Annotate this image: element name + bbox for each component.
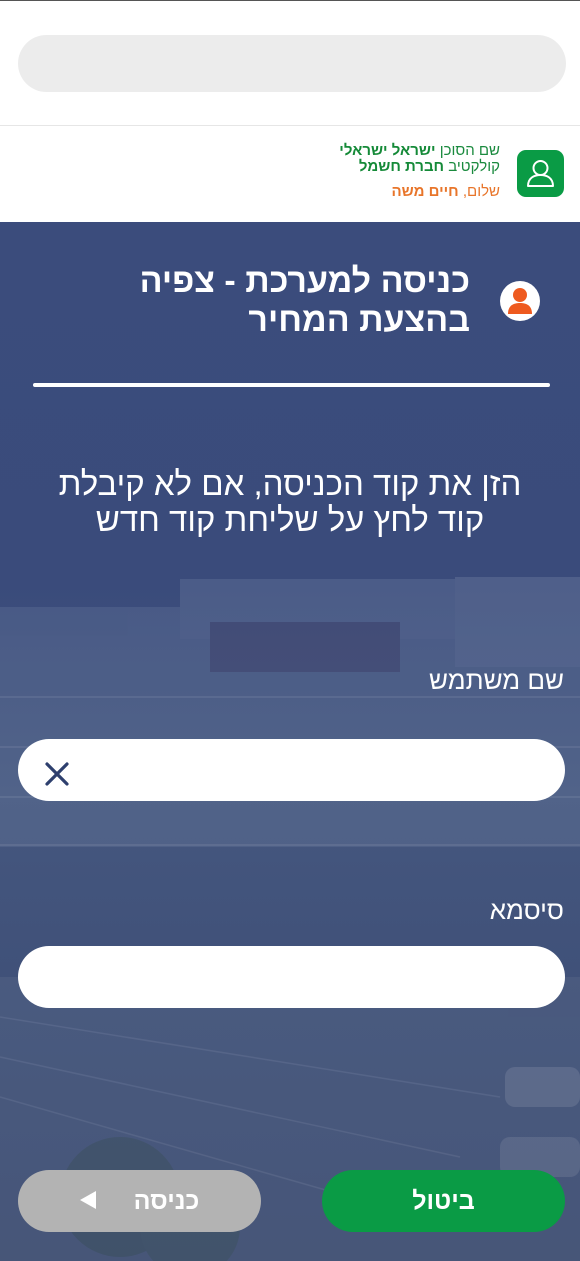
greeting: שלום, חיים משה	[339, 183, 501, 200]
person-icon	[500, 281, 540, 321]
top-bar	[0, 0, 580, 126]
user-name: חיים משה	[391, 183, 459, 200]
collective-prefix: קולקטיב	[448, 158, 500, 175]
user-outline-icon	[517, 150, 564, 197]
enter-button[interactable]: כניסה	[18, 1170, 261, 1232]
cancel-button[interactable]: ביטול	[322, 1170, 565, 1232]
triangle-left-icon	[79, 1187, 96, 1216]
username-label: שם משתמש	[429, 665, 564, 695]
search-input[interactable]	[18, 35, 566, 92]
greeting-prefix: שלום,	[462, 183, 500, 200]
instructions-text: הזן את קוד הכניסה, אם לא קיבלת קוד לחץ ע…	[58, 465, 522, 538]
title-divider	[33, 383, 550, 387]
password-label: סיסמא	[489, 895, 564, 925]
agent-name: ישראל ישראלי	[339, 142, 436, 159]
collective-name: חברת חשמל	[358, 158, 445, 175]
login-panel: כניסה למערכת - צפיה בהצעת המחיר הזן את ק…	[0, 222, 580, 1261]
close-icon[interactable]	[42, 759, 72, 789]
cancel-button-label: ביטול	[412, 1186, 475, 1215]
agent-info-bar: שם הסוכן ישראל ישראלי קולקטיב חברת חשמל …	[0, 126, 580, 222]
password-field[interactable]	[18, 946, 565, 1008]
agent-details: שם הסוכן ישראל ישראלי קולקטיב חברת חשמל …	[339, 143, 500, 200]
enter-button-label: כניסה	[133, 1186, 200, 1215]
agent-name-prefix: שם הסוכן	[439, 142, 500, 159]
page-title: כניסה למערכת - צפיה בהצעת המחיר	[139, 262, 470, 339]
username-field[interactable]	[18, 739, 565, 801]
